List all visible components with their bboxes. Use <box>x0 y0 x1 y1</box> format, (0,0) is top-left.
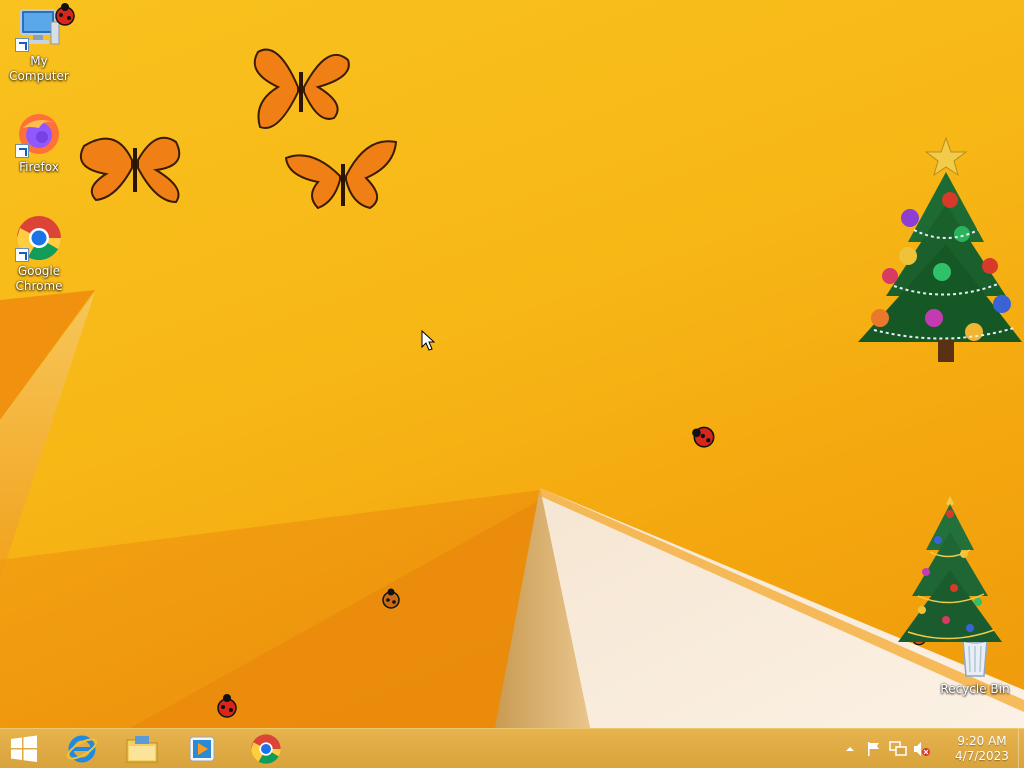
taskbar-chrome[interactable] <box>240 729 292 768</box>
shortcut-arrow-icon <box>15 144 29 158</box>
volume-muted-icon <box>914 742 930 756</box>
start-button[interactable] <box>0 729 48 768</box>
butterfly-icon <box>79 136 181 204</box>
taskbar-file-explorer[interactable] <box>116 729 168 768</box>
taskbar-internet-explorer[interactable] <box>56 729 108 768</box>
chrome-icon <box>15 214 63 262</box>
taskbar: 9:20 AM 4/7/2023 <box>0 728 1024 768</box>
ladybug-icon <box>217 694 237 718</box>
network-icon <box>889 741 907 756</box>
butterfly-icon <box>253 48 350 129</box>
shortcut-arrow-icon <box>15 248 29 262</box>
christmas-tree-icon <box>858 136 1022 362</box>
desktop-icon-google-chrome[interactable]: Google Chrome <box>0 214 78 294</box>
ladybug-icon <box>382 588 400 609</box>
chevron-up-icon <box>846 747 854 751</box>
taskbar-media-player[interactable] <box>176 729 228 768</box>
shortcut-arrow-icon <box>15 38 29 52</box>
chrome-icon <box>251 734 281 764</box>
firefox-icon <box>15 110 63 158</box>
volume-button[interactable] <box>910 729 934 768</box>
clock-date: 4/7/2023 <box>955 749 1009 763</box>
desktop-icon-label: Google Chrome <box>15 264 63 293</box>
desktop-icon-firefox[interactable]: Firefox <box>0 110 78 175</box>
network-button[interactable] <box>886 729 910 768</box>
action-center-button[interactable] <box>862 729 886 768</box>
internet-explorer-icon <box>66 735 98 763</box>
desktop-icon-label: Firefox <box>19 160 59 174</box>
desktop-icon-label: My Computer <box>9 54 69 83</box>
desktop[interactable]: My Computer Firefox Google Chrome Recycl… <box>0 0 1024 728</box>
clock[interactable]: 9:20 AM 4/7/2023 <box>946 734 1018 764</box>
show-desktop-button[interactable] <box>1018 729 1024 768</box>
christmas-tree-icon <box>898 496 1002 642</box>
show-hidden-icons-button[interactable] <box>838 729 862 768</box>
clock-time: 9:20 AM <box>957 734 1007 748</box>
start-windows-icon <box>11 735 37 762</box>
action-center-flag-icon <box>868 742 879 756</box>
system-tray: 9:20 AM 4/7/2023 <box>838 729 1024 768</box>
ladybug-icon <box>55 3 75 26</box>
ladybug-icon <box>692 426 715 448</box>
file-explorer-icon <box>126 736 158 763</box>
mouse-cursor-icon <box>421 330 435 351</box>
desktop-icon-label: Recycle Bin <box>940 682 1010 696</box>
media-player-icon <box>189 736 215 762</box>
butterfly-icon <box>284 140 398 210</box>
